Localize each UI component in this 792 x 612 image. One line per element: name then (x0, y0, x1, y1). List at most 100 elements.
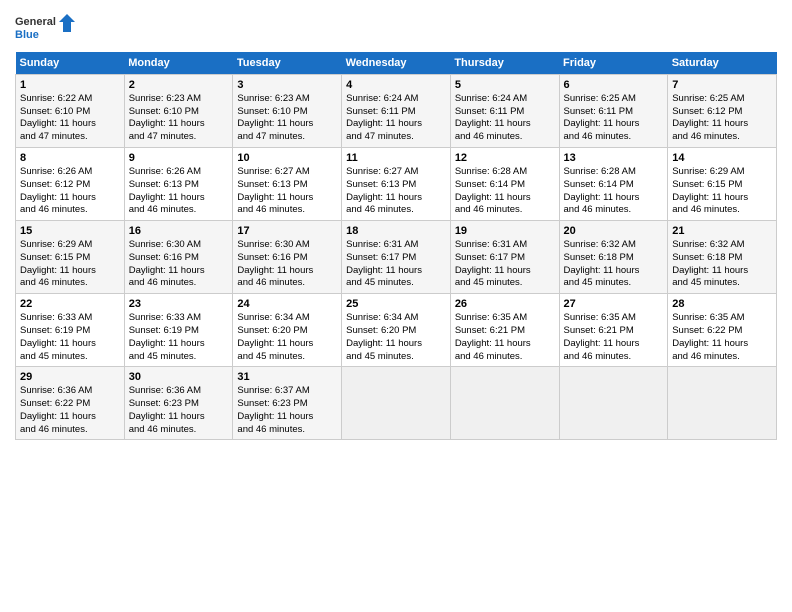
sunrise: Sunrise: 6:23 AM (237, 93, 309, 104)
sunrise: Sunrise: 6:29 AM (672, 166, 744, 177)
sunset: Sunset: 6:18 PM (672, 252, 742, 263)
sunset: Sunset: 6:23 PM (129, 398, 199, 409)
daylight-label: Daylight: 11 hours (129, 118, 205, 129)
daylight-label: Daylight: 11 hours (20, 338, 96, 349)
sunset: Sunset: 6:21 PM (564, 325, 634, 336)
day-cell: 30Sunrise: 6:36 AMSunset: 6:23 PMDayligh… (124, 367, 233, 440)
daylight-mins: and 46 minutes. (237, 204, 305, 215)
daylight-mins: and 46 minutes. (237, 277, 305, 288)
day-number: 7 (672, 78, 772, 93)
day-number: 22 (20, 297, 120, 312)
week-row-1: 1Sunrise: 6:22 AMSunset: 6:10 PMDaylight… (16, 75, 777, 148)
day-cell: 12Sunrise: 6:28 AMSunset: 6:14 PMDayligh… (450, 148, 559, 221)
day-cell: 29Sunrise: 6:36 AMSunset: 6:22 PMDayligh… (16, 367, 125, 440)
sunset: Sunset: 6:11 PM (564, 106, 634, 117)
sunset: Sunset: 6:20 PM (237, 325, 307, 336)
daylight-mins: and 46 minutes. (672, 351, 740, 362)
header-row: SundayMondayTuesdayWednesdayThursdayFrid… (16, 52, 777, 75)
daylight-mins: and 46 minutes. (564, 131, 632, 142)
daylight-label: Daylight: 11 hours (672, 118, 748, 129)
sunrise: Sunrise: 6:34 AM (346, 312, 418, 323)
daylight-mins: and 45 minutes. (237, 351, 305, 362)
sunset: Sunset: 6:10 PM (129, 106, 199, 117)
sunrise: Sunrise: 6:35 AM (455, 312, 527, 323)
calendar-table: SundayMondayTuesdayWednesdayThursdayFrid… (15, 52, 777, 440)
daylight-label: Daylight: 11 hours (20, 265, 96, 276)
sunrise: Sunrise: 6:26 AM (20, 166, 92, 177)
sunrise: Sunrise: 6:31 AM (346, 239, 418, 250)
day-number: 20 (564, 224, 664, 239)
day-cell: 5Sunrise: 6:24 AMSunset: 6:11 PMDaylight… (450, 75, 559, 148)
day-number: 24 (237, 297, 337, 312)
day-number: 27 (564, 297, 664, 312)
sunrise: Sunrise: 6:30 AM (129, 239, 201, 250)
day-number: 25 (346, 297, 446, 312)
daylight-mins: and 47 minutes. (129, 131, 197, 142)
week-row-4: 22Sunrise: 6:33 AMSunset: 6:19 PMDayligh… (16, 294, 777, 367)
daylight-mins: and 46 minutes. (564, 351, 632, 362)
daylight-label: Daylight: 11 hours (20, 118, 96, 129)
daylight-label: Daylight: 11 hours (672, 265, 748, 276)
col-header-monday: Monday (124, 52, 233, 75)
daylight-mins: and 46 minutes. (564, 204, 632, 215)
day-number: 29 (20, 370, 120, 385)
daylight-label: Daylight: 11 hours (237, 192, 313, 203)
daylight-label: Daylight: 11 hours (672, 338, 748, 349)
daylight-mins: and 46 minutes. (20, 204, 88, 215)
sunrise: Sunrise: 6:32 AM (564, 239, 636, 250)
day-cell: 13Sunrise: 6:28 AMSunset: 6:14 PMDayligh… (559, 148, 668, 221)
day-cell: 23Sunrise: 6:33 AMSunset: 6:19 PMDayligh… (124, 294, 233, 367)
day-number: 31 (237, 370, 337, 385)
sunset: Sunset: 6:19 PM (20, 325, 90, 336)
day-cell: 24Sunrise: 6:34 AMSunset: 6:20 PMDayligh… (233, 294, 342, 367)
daylight-mins: and 45 minutes. (129, 351, 197, 362)
sunrise: Sunrise: 6:28 AM (455, 166, 527, 177)
sunrise: Sunrise: 6:35 AM (564, 312, 636, 323)
day-number: 14 (672, 151, 772, 166)
header: General Blue (15, 10, 777, 46)
day-cell (668, 367, 777, 440)
daylight-label: Daylight: 11 hours (237, 118, 313, 129)
day-number: 12 (455, 151, 555, 166)
day-number: 10 (237, 151, 337, 166)
day-number: 3 (237, 78, 337, 93)
sunrise: Sunrise: 6:33 AM (20, 312, 92, 323)
daylight-label: Daylight: 11 hours (129, 411, 205, 422)
day-cell: 6Sunrise: 6:25 AM Sunset: 6:11 PMDaylight… (559, 75, 668, 148)
sunrise: Sunrise: 6:28 AM (564, 166, 636, 177)
col-header-friday: Friday (559, 52, 668, 75)
sunset: Sunset: 6:15 PM (672, 179, 742, 190)
week-row-2: 8Sunrise: 6:26 AMSunset: 6:12 PMDaylight… (16, 148, 777, 221)
sunrise: Sunrise: 6:36 AM (20, 385, 92, 396)
col-header-saturday: Saturday (668, 52, 777, 75)
daylight-mins: and 45 minutes. (672, 277, 740, 288)
sunset: Sunset: 6:14 PM (564, 179, 634, 190)
daylight-mins: and 46 minutes. (20, 424, 88, 435)
day-number: 11 (346, 151, 446, 166)
sunset: Sunset: 6:19 PM (129, 325, 199, 336)
sunrise: Sunrise: 6:25 AM (564, 93, 636, 104)
day-number: 15 (20, 224, 120, 239)
daylight-label: Daylight: 11 hours (564, 118, 640, 129)
general-blue-logo: General Blue (15, 10, 75, 46)
svg-text:Blue: Blue (15, 29, 39, 41)
sunrise: Sunrise: 6:25 AM (672, 93, 744, 104)
sunrise: Sunrise: 6:35 AM (672, 312, 744, 323)
sunrise: Sunrise: 6:32 AM (672, 239, 744, 250)
sunrise: Sunrise: 6:33 AM (129, 312, 201, 323)
day-number: 18 (346, 224, 446, 239)
day-number: 6 (564, 78, 664, 93)
sunrise: Sunrise: 6:30 AM (237, 239, 309, 250)
daylight-mins: and 45 minutes. (564, 277, 632, 288)
day-number: 26 (455, 297, 555, 312)
day-cell: 31Sunrise: 6:37 AMSunset: 6:23 PMDayligh… (233, 367, 342, 440)
logo: General Blue (15, 10, 75, 46)
day-cell (559, 367, 668, 440)
daylight-mins: and 47 minutes. (237, 131, 305, 142)
sunrise: Sunrise: 6:31 AM (455, 239, 527, 250)
daylight-label: Daylight: 11 hours (455, 265, 531, 276)
daylight-label: Daylight: 11 hours (455, 338, 531, 349)
daylight-label: Daylight: 11 hours (455, 192, 531, 203)
day-cell: 16Sunrise: 6:30 AMSunset: 6:16 PMDayligh… (124, 221, 233, 294)
col-header-tuesday: Tuesday (233, 52, 342, 75)
